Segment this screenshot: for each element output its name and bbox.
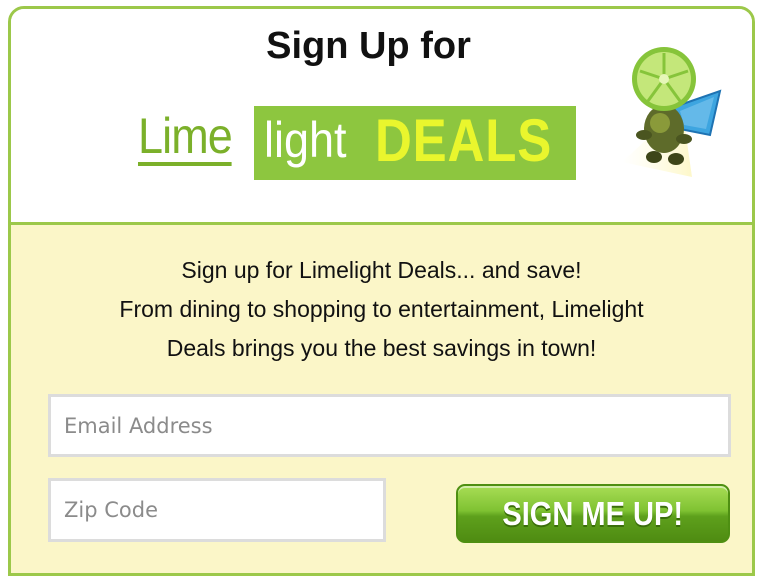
sign-me-up-button[interactable]: SIGN ME UP! [456,484,730,543]
promo-line-3: Deals brings you the best savings in tow… [166,335,597,361]
logo-word-light: light [264,112,347,168]
signup-title: Sign Up for [266,25,471,67]
logo-word-deals: DEALS [375,107,553,174]
signup-card: Sign Up for Lime light DEALS Sign up for… [8,6,755,576]
email-address-input[interactable] [48,394,731,457]
zip-code-input[interactable] [48,478,386,542]
signup-form-area: Sign up for Limelight Deals... and save!… [11,225,752,573]
promo-line-2: From dining to shopping to entertainment… [119,296,644,322]
sign-me-up-label: SIGN ME UP! [502,494,684,532]
promo-text: Sign up for Limelight Deals... and save!… [11,251,752,368]
signup-header: Sign Up for Lime light DEALS [11,9,752,222]
logo-word-lime: Lime [138,108,233,166]
lime-mascot-icon [622,47,722,177]
promo-line-1: Sign up for Limelight Deals... and save! [181,257,582,283]
